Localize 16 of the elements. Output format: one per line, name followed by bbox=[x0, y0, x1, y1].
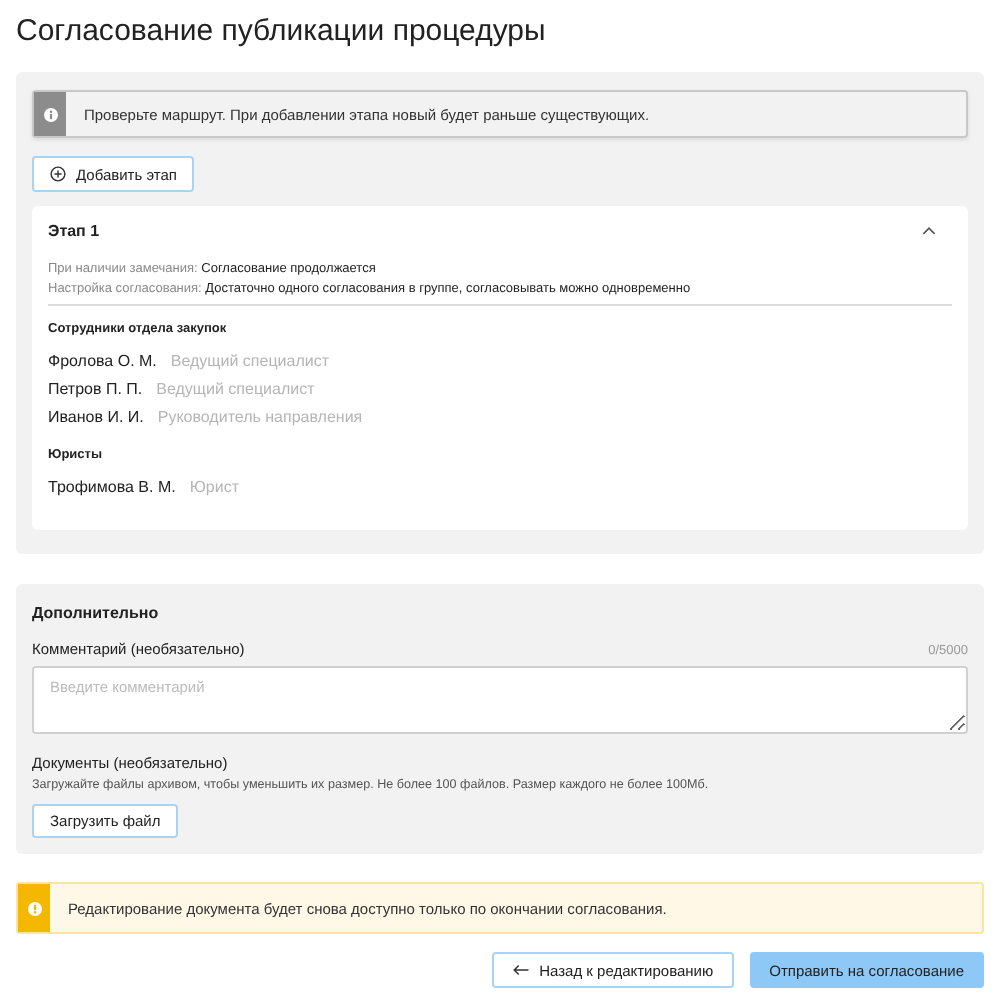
member-role: Руководитель направления bbox=[157, 406, 363, 430]
section-title: Дополнительно bbox=[32, 604, 161, 622]
chevron-icon[interactable] bbox=[922, 226, 936, 236]
member-name: Трофимова В. М. bbox=[48, 476, 176, 500]
member-name: Фролова О. М. bbox=[48, 350, 157, 374]
info-icon bbox=[43, 107, 57, 121]
member-name: Иванов И. И. bbox=[48, 406, 144, 430]
page-title: Согласование публикации процедуры bbox=[16, 12, 548, 52]
member-role: Юрист bbox=[189, 476, 240, 500]
stage-title: Этап 1 bbox=[48, 222, 100, 240]
member-name: Петров П. П. bbox=[48, 378, 143, 402]
warning-icon bbox=[27, 901, 41, 915]
arrow-left-icon bbox=[511, 964, 530, 976]
member-role: Ведущий специалист bbox=[156, 378, 315, 402]
member-role: Ведущий специалист bbox=[170, 350, 330, 374]
plus-circle-icon bbox=[50, 166, 66, 182]
